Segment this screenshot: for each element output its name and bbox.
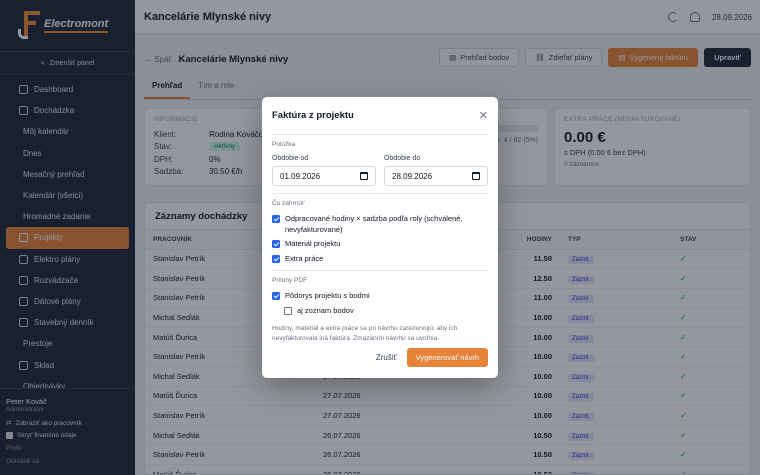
from-date-value: 01.09.2026: [280, 171, 321, 181]
includes-option[interactable]: Materiál projektu: [272, 239, 488, 250]
modal-note: Hodiny, materiál a extra práce sa pri ná…: [272, 325, 458, 342]
modal-title: Faktúra z projektu: [272, 110, 354, 121]
from-date-input[interactable]: 01.09.2026: [272, 166, 376, 186]
pdf-label: Pôdorys projektu s bodmi: [285, 291, 370, 300]
includes-checkbox[interactable]: [272, 254, 280, 263]
to-date-label: Obdobie do: [384, 155, 421, 162]
generate-draft-button[interactable]: Vygenerovať návrh: [406, 348, 488, 367]
to-date-value: 28.09.2026: [392, 171, 433, 181]
includes-checkbox[interactable]: [272, 240, 280, 248]
includes-checkbox[interactable]: [272, 215, 280, 223]
invoice-modal: Faktúra z projektu ✕ Položka Obdobie od …: [262, 97, 498, 378]
pdf-label: aj zoznam bodov: [297, 305, 354, 315]
pdf-checkbox[interactable]: [284, 306, 292, 315]
includes-option[interactable]: Odpracované hodiny × sadzba podľa roly (…: [272, 214, 488, 235]
from-date-label: Obdobie od: [272, 155, 309, 162]
close-icon[interactable]: ✕: [479, 109, 488, 122]
pdf-option[interactable]: aj zoznam bodov: [284, 306, 488, 317]
to-date-input[interactable]: 28.09.2026: [384, 166, 488, 186]
cancel-button[interactable]: Zrušiť: [376, 353, 397, 362]
includes-label: Materiál projektu: [285, 239, 341, 248]
includes-label: Odpracované hodiny × sadzba podľa roly (…: [285, 214, 463, 234]
pdf-checkbox[interactable]: [272, 292, 280, 300]
includes-label: Extra práce: [285, 253, 324, 263]
section-include-label: Čo zahrnúť: [272, 200, 305, 207]
calendar-icon[interactable]: [472, 172, 480, 180]
pdf-option[interactable]: Pôdorys projektu s bodmi: [272, 291, 488, 302]
calendar-icon[interactable]: [360, 172, 368, 180]
section-item-label: Položka: [272, 141, 296, 148]
section-pdf-label: Prílohy PDF: [272, 277, 308, 284]
includes-option[interactable]: Extra práce: [272, 254, 488, 265]
